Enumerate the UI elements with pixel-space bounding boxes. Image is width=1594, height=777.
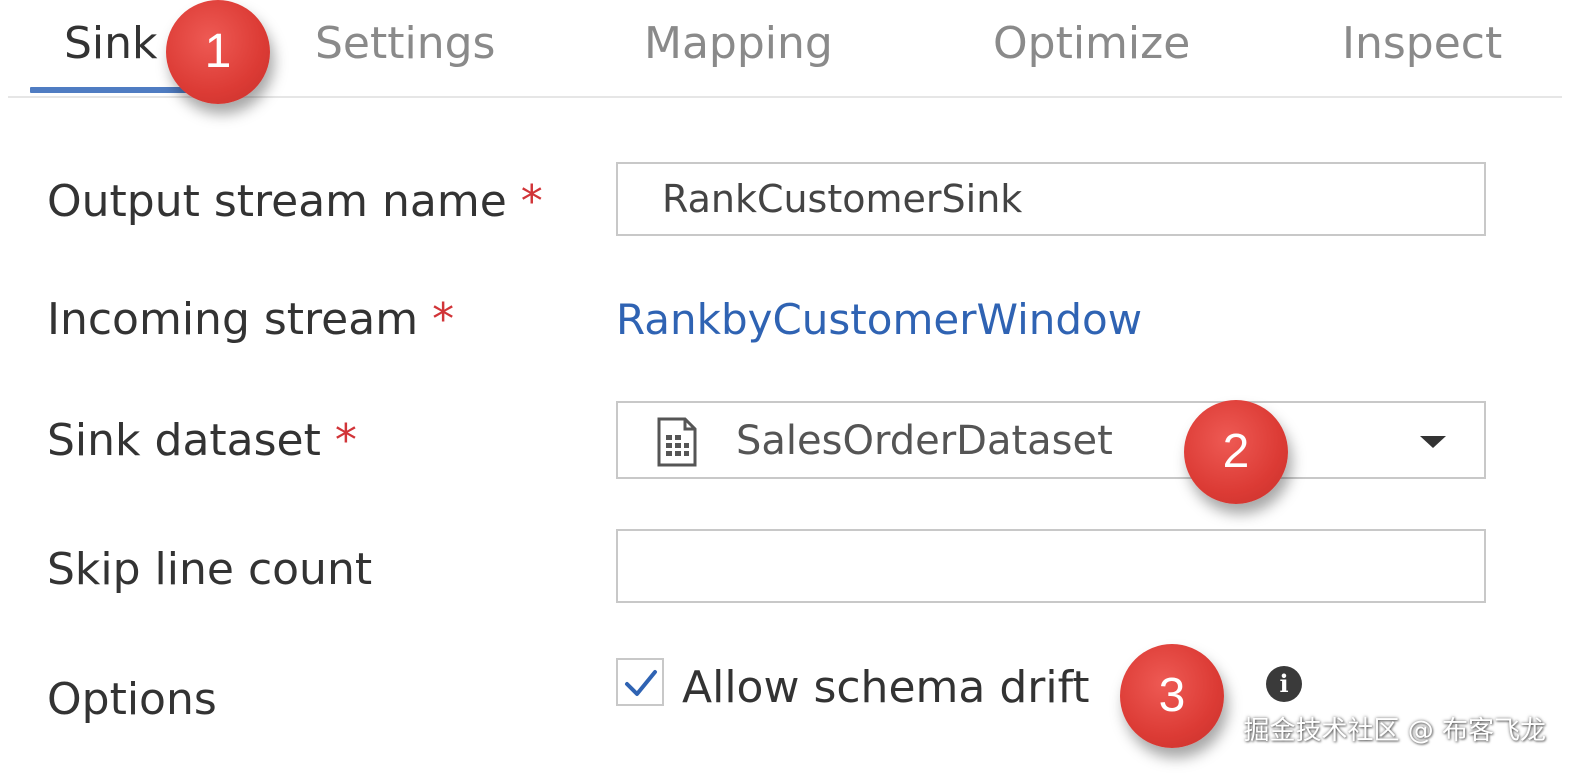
tab-sink[interactable]: Sink	[64, 14, 158, 74]
dataset-file-icon	[656, 417, 698, 467]
options-label: Options	[47, 674, 217, 725]
output-stream-name-label-text: Output stream name	[47, 176, 507, 227]
checkmark-icon	[625, 670, 657, 696]
output-stream-name-input[interactable]	[618, 164, 1484, 234]
output-stream-name-label: Output stream name *	[47, 174, 543, 230]
required-marker: *	[520, 176, 543, 227]
incoming-stream-label: Incoming stream *	[47, 292, 454, 348]
sink-dataset-value: SalesOrderDataset	[736, 418, 1113, 464]
incoming-stream-link[interactable]: RankbyCustomerWindow	[616, 292, 1142, 348]
skip-line-count-field[interactable]	[616, 529, 1486, 603]
sink-dataset-label: Sink dataset *	[47, 413, 357, 469]
tab-mapping[interactable]: Mapping	[644, 14, 833, 74]
info-icon[interactable]: i	[1266, 666, 1302, 702]
callout-1: 1	[166, 0, 270, 104]
skip-line-count-input[interactable]	[618, 531, 1484, 601]
callout-2: 2	[1184, 400, 1288, 504]
callout-3: 3	[1120, 644, 1224, 748]
sink-dataset-dropdown[interactable]: SalesOrderDataset	[616, 401, 1486, 479]
tab-optimize[interactable]: Optimize	[993, 14, 1190, 74]
required-marker: *	[432, 294, 455, 345]
watermark: 掘金技术社区 @ 布客飞龙	[1243, 716, 1546, 746]
active-tab-indicator	[30, 87, 188, 93]
skip-line-count-label: Skip line count	[47, 544, 373, 595]
chevron-down-icon[interactable]	[1420, 436, 1446, 448]
tab-inspect[interactable]: Inspect	[1342, 14, 1502, 74]
allow-schema-drift-label[interactable]: Allow schema drift	[682, 660, 1090, 716]
required-marker: *	[334, 415, 357, 466]
sink-dataset-label-text: Sink dataset	[47, 415, 321, 466]
incoming-stream-label-text: Incoming stream	[47, 294, 419, 345]
output-stream-name-field[interactable]	[616, 162, 1486, 236]
allow-schema-drift-checkbox[interactable]	[616, 658, 664, 706]
tab-settings[interactable]: Settings	[315, 14, 495, 74]
